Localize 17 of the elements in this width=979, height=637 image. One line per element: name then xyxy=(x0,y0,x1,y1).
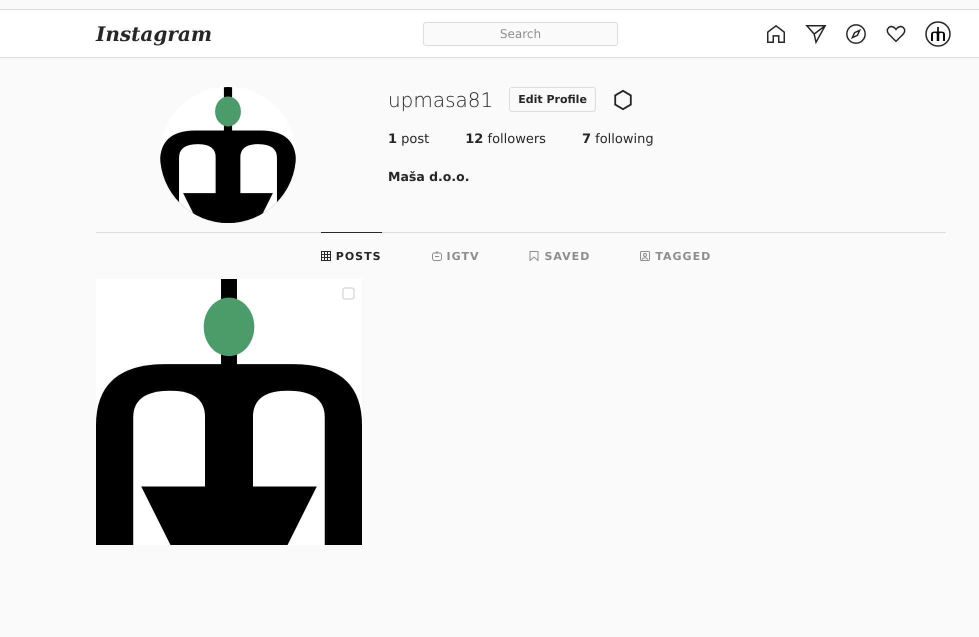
person-tag-icon xyxy=(640,251,650,261)
full-name: Maša d.o.o. xyxy=(388,169,470,184)
profile-stat[interactable]: 12 followers xyxy=(465,132,546,147)
search-field[interactable]: Search xyxy=(423,22,618,46)
profile-stat[interactable]: 7 following xyxy=(582,132,654,147)
profile-avatar-icon[interactable] xyxy=(925,20,951,46)
paper-plane-icon[interactable] xyxy=(805,22,827,44)
edit-profile-button[interactable]: Edit Profile xyxy=(509,87,596,112)
grid-icon xyxy=(320,251,331,261)
tv-icon xyxy=(432,251,442,261)
bookmark-icon xyxy=(529,251,540,261)
settings-icon[interactable] xyxy=(612,88,634,110)
instagram-logo[interactable]: Instagram xyxy=(96,22,423,46)
profile-stat[interactable]: 1 post xyxy=(388,132,430,147)
home-icon[interactable] xyxy=(765,22,787,44)
username: upmasa81 xyxy=(388,88,494,112)
compass-icon[interactable] xyxy=(845,22,867,44)
